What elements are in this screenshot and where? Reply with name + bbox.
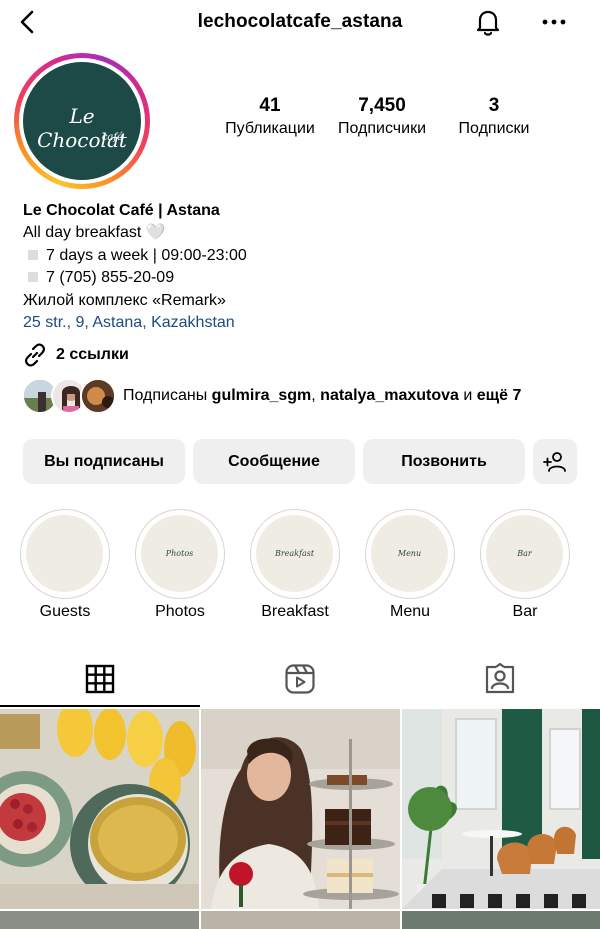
post-thumbnail[interactable] (402, 911, 600, 929)
grid-icon (85, 664, 115, 694)
highlight-menu[interactable]: Menu Menu (365, 509, 455, 621)
highlight-cover: Photos (135, 509, 225, 599)
logo-text: Le Chocolat (37, 104, 127, 152)
bio-phone-line: 7 (705) 855-20-09 (23, 267, 583, 289)
stat-followers-label: Подписчики (337, 120, 426, 137)
bio-name: Le Chocolat Café | Astana (23, 202, 220, 219)
bio-complex: Жилой комплекс «Remark» (23, 291, 226, 309)
bio-phone: 7 (705) 855-20-09 (46, 269, 175, 287)
post-thumbnail[interactable] (0, 911, 199, 929)
bio-tagline: All day breakfast (23, 224, 142, 242)
followed-by-more: ещё 7 (476, 387, 522, 404)
highlight-photos[interactable]: Photos Photos (135, 509, 225, 621)
stat-posts-label: Публикации (225, 120, 315, 137)
highlight-cover: Breakfast (250, 509, 340, 599)
reels-icon (285, 664, 315, 694)
highlight-guests[interactable]: Guests (20, 509, 110, 621)
bio-hours-line: 7 days a week | 09:00-23:00 (23, 245, 583, 267)
message-button[interactable]: Сообщение (193, 439, 355, 484)
post-thumbnail[interactable] (0, 709, 199, 909)
add-person-icon (543, 451, 566, 472)
tab-tagged[interactable] (400, 651, 600, 707)
avatar[interactable]: Le Chocolat café (23, 62, 141, 180)
followed-by-user: gulmira_sgm (211, 387, 312, 404)
profile-username: lechocolatcafe_astana (197, 11, 403, 32)
call-button[interactable]: Позвонить (363, 439, 525, 484)
bio-address-link[interactable]: 25 str., 9, Astana, Kazakhstan (23, 312, 583, 334)
posts-grid (0, 709, 600, 929)
following-button[interactable]: Вы подписаны (23, 439, 185, 484)
highlight-cover (20, 509, 110, 599)
highlight-breakfast[interactable]: Breakfast Breakfast (250, 509, 340, 621)
highlight-bar[interactable]: Bar Bar (480, 509, 570, 621)
stat-followers-value: 7,450 (358, 95, 406, 116)
highlight-label: Menu (389, 603, 431, 620)
link-icon (22, 342, 48, 368)
followed-by-prefix: Подписаны (123, 387, 208, 404)
tab-reels[interactable] (200, 651, 400, 707)
add-person-button[interactable] (533, 439, 577, 484)
followed-by-separator: , (311, 387, 316, 404)
highlight-cover-text: Photos (141, 515, 218, 592)
followed-by-row[interactable]: Подписаны gulmira_sgm, natalya_maxutova … (22, 376, 592, 418)
bell-icon[interactable] (472, 6, 504, 38)
post-thumbnail[interactable] (201, 709, 400, 909)
stat-posts[interactable]: 41 Публикации (210, 95, 330, 138)
follower-avatar (80, 378, 116, 414)
highlight-cover: Menu (365, 509, 455, 599)
more-horizontal-icon[interactable] (540, 12, 568, 32)
profile-tabs (0, 651, 600, 707)
square-bullet-icon (28, 272, 38, 283)
story-ring[interactable]: Le Chocolat café (14, 53, 150, 189)
followed-by-and: и (463, 387, 473, 404)
highlight-cover-text (26, 515, 103, 592)
highlight-cover: Bar (480, 509, 570, 599)
bio-hours: 7 days a week | 09:00-23:00 (46, 246, 247, 264)
stat-posts-value: 41 (259, 95, 281, 116)
highlight-cover-text: Bar (486, 515, 563, 592)
highlight-cover-text: Menu (371, 515, 448, 592)
post-thumbnail[interactable] (402, 709, 600, 909)
followed-by-user: natalya_maxutova (320, 387, 459, 404)
post-thumbnail[interactable] (201, 911, 400, 929)
square-bullet-icon (28, 249, 38, 260)
top-bar: lechocolatcafe_astana (0, 0, 600, 46)
stat-following-label: Подписки (458, 120, 530, 137)
logo-subtext: café (101, 132, 123, 143)
tab-grid[interactable] (0, 651, 200, 707)
white-heart-icon: 🤍 (145, 224, 166, 242)
highlight-label: Bar (512, 603, 538, 620)
highlight-label: Breakfast (261, 603, 329, 620)
highlight-cover-text: Breakfast (256, 515, 333, 592)
links-label: 2 ссылки (56, 346, 129, 363)
bio-tagline-line: All day breakfast 🤍 (23, 222, 583, 244)
stat-following[interactable]: 3 Подписки (444, 95, 544, 138)
stat-following-value: 3 (488, 95, 500, 116)
stat-followers[interactable]: 7,450 Подписчики (324, 95, 440, 138)
highlight-label: Photos (155, 603, 205, 620)
followed-by-text: Подписаны gulmira_sgm, natalya_maxutova … (123, 387, 521, 405)
tagged-icon (485, 663, 515, 694)
highlight-label: Guests (39, 603, 91, 620)
profile-bio: Le Chocolat Café | Astana All day breakf… (23, 200, 583, 334)
